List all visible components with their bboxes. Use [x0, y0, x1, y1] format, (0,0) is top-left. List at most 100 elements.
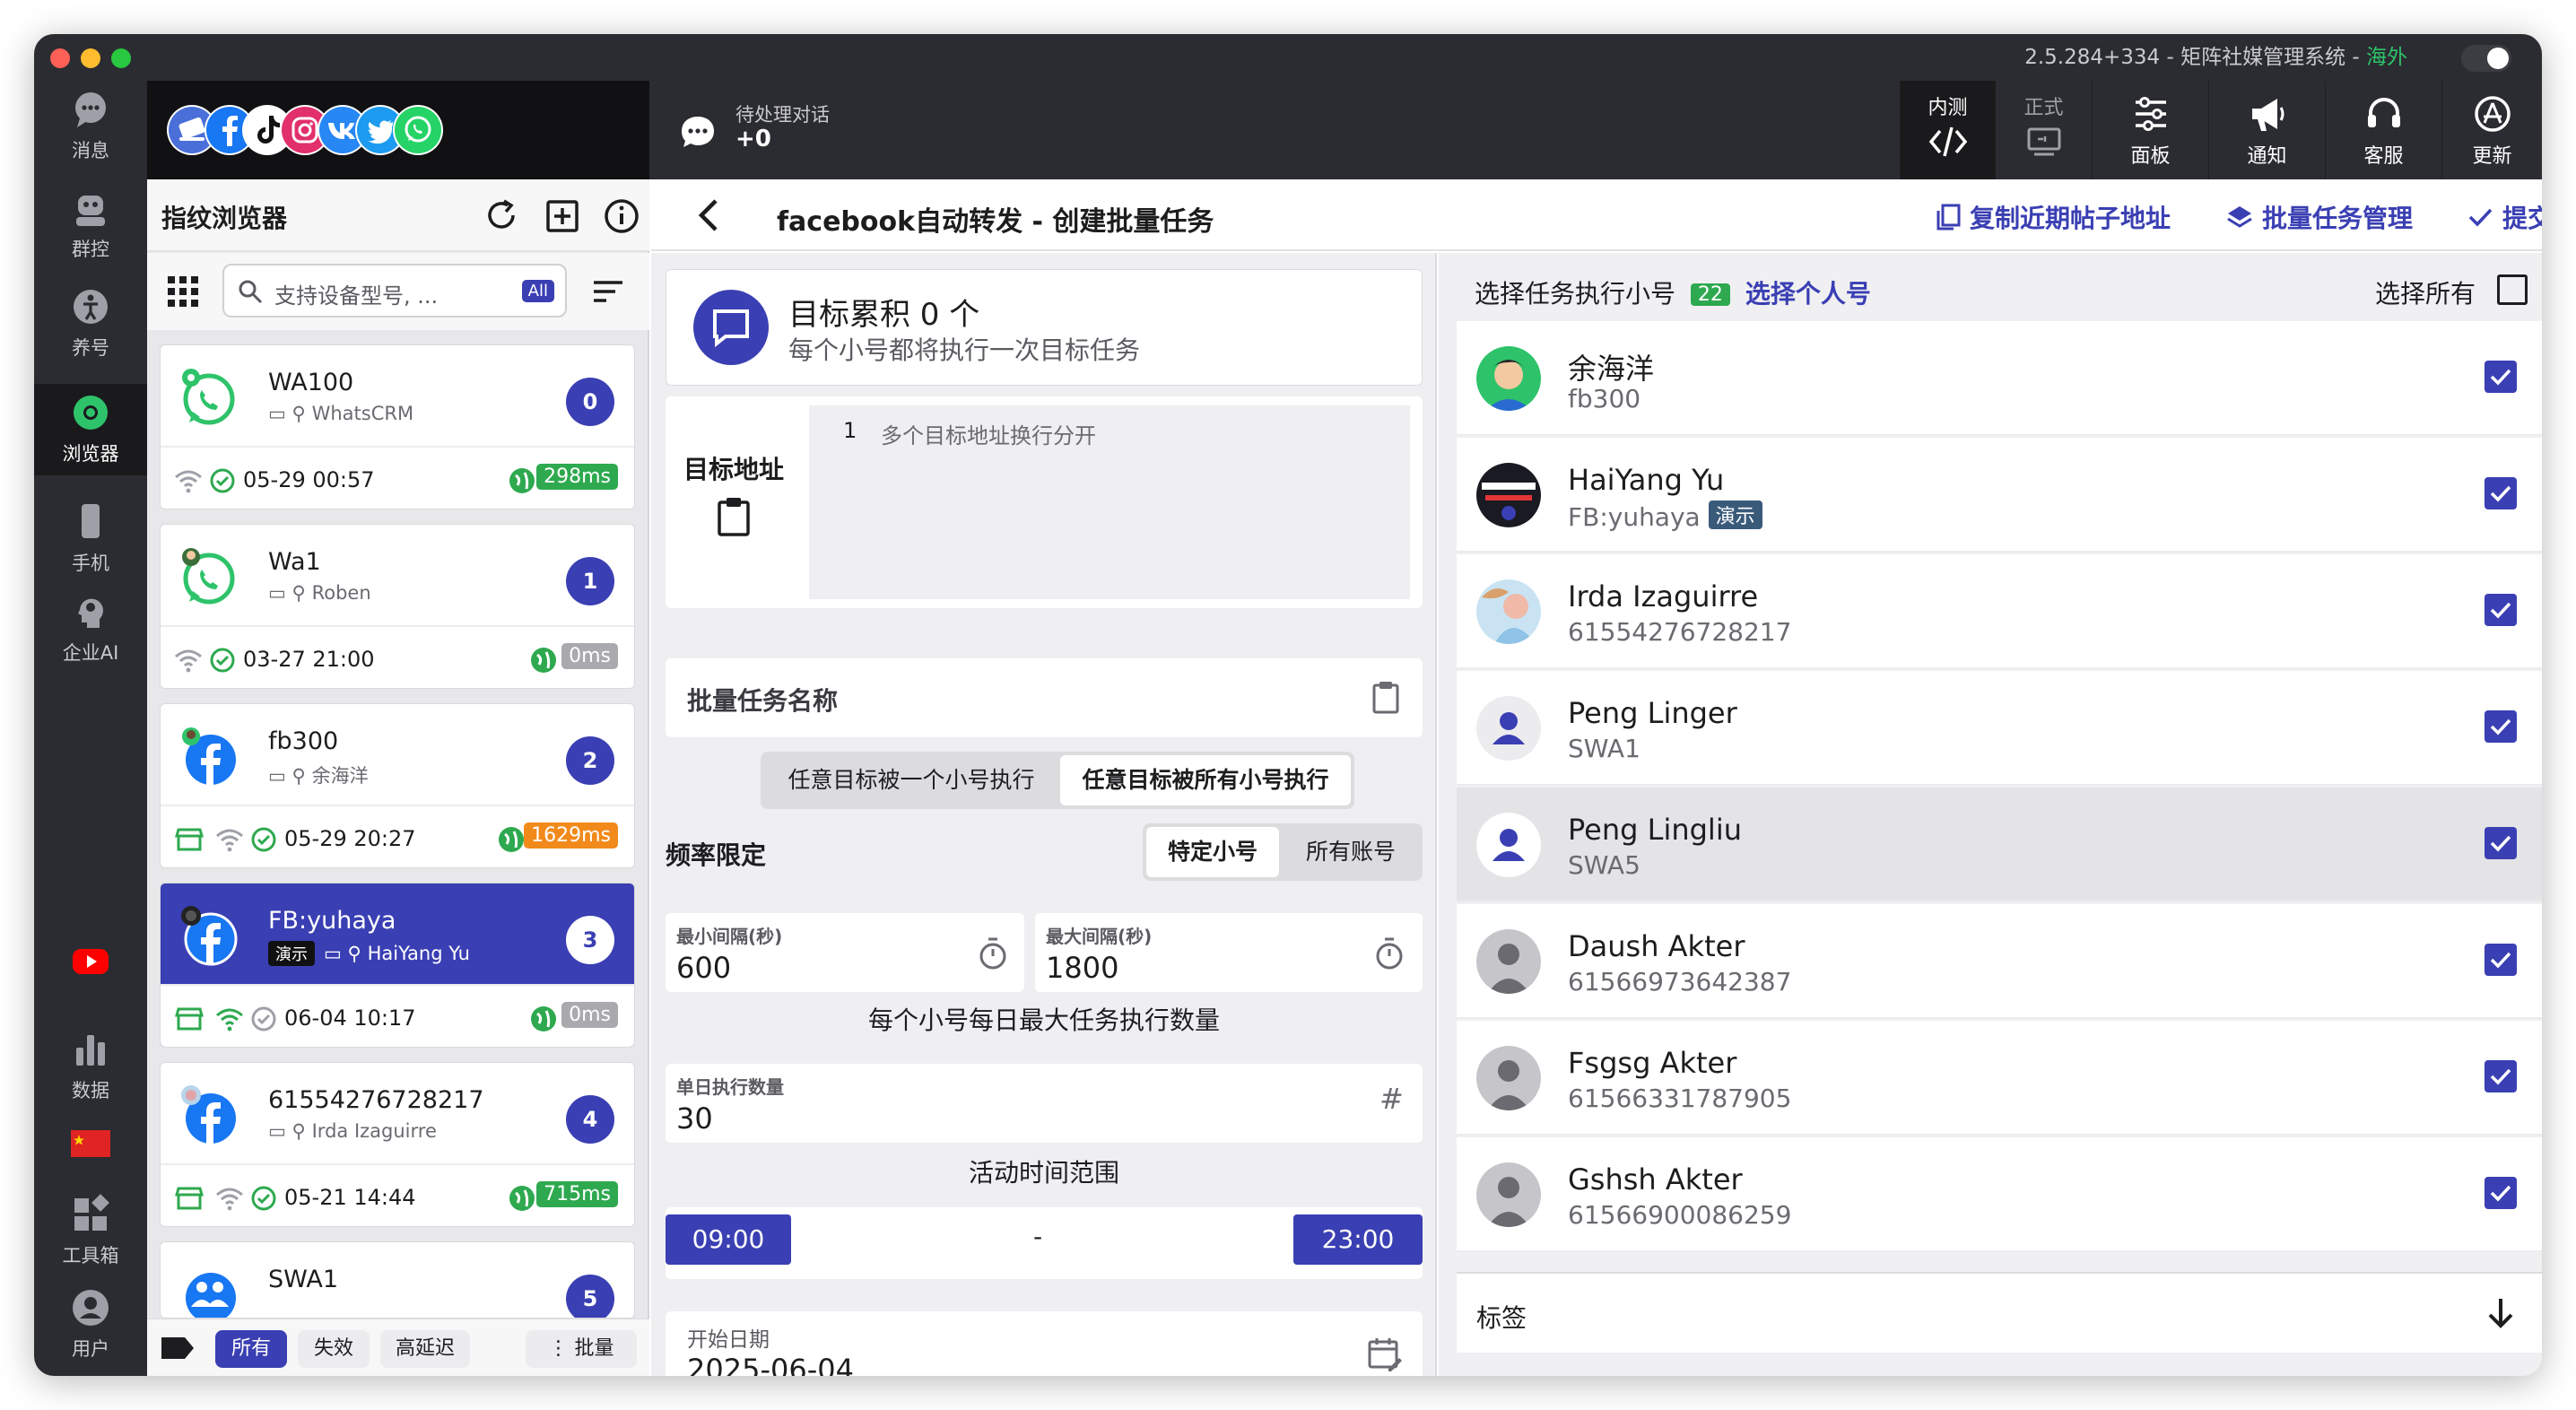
add-box-icon[interactable]: [544, 197, 581, 235]
account-checkbox[interactable]: [2485, 477, 2517, 509]
filter-invalid-chip[interactable]: 失效: [298, 1330, 370, 1368]
rail-item-messages[interactable]: 消息: [34, 88, 147, 163]
back-arrow-icon[interactable]: [692, 197, 728, 233]
rail-item-user[interactable]: 用户: [34, 1286, 147, 1362]
batch-task-manage-button[interactable]: 批量任务管理: [2226, 199, 2413, 235]
profile-card[interactable]: SWA1 5: [160, 1241, 635, 1319]
rail-item-browser[interactable]: 浏览器: [34, 384, 147, 475]
panel-button[interactable]: 面板: [2092, 81, 2208, 179]
profile-card-selected[interactable]: FB:yuhaya 演示 ▭ ⚲ HaiYang Yu 3 06-04 10:17…: [160, 883, 635, 1048]
whatsapp-app-button[interactable]: [393, 105, 443, 155]
refresh-icon[interactable]: [483, 197, 520, 235]
support-button[interactable]: 客服: [2325, 81, 2441, 179]
account-checkbox[interactable]: [2485, 827, 2517, 859]
account-name: HaiYang Yu: [1568, 463, 1725, 497]
account-row[interactable]: Irda Izaguirre 61554276728217: [1457, 554, 2542, 669]
calendar-edit-icon[interactable]: [1367, 1336, 1403, 1372]
account-row[interactable]: Fsgsg Akter 61566331787905: [1457, 1021, 2542, 1136]
rail-item-youtube[interactable]: [34, 940, 147, 988]
filter-all-chip[interactable]: 所有: [215, 1330, 287, 1368]
account-checkbox[interactable]: [2485, 1177, 2517, 1209]
max-interval-label: 最大间隔(秒): [1046, 926, 1153, 947]
person-icon: ⚲: [292, 765, 306, 787]
account-checkbox[interactable]: [2485, 710, 2517, 743]
tags-label: 标签: [1476, 1303, 1527, 1333]
filter-high-latency-chip[interactable]: 高延迟: [380, 1330, 470, 1368]
end-time-button[interactable]: 23:00: [1293, 1214, 1423, 1265]
account-row[interactable]: Daush Akter 61566973642387: [1457, 904, 2542, 1019]
account-row-hovered[interactable]: Peng Lingliu SWA5: [1457, 788, 2542, 902]
batch-button[interactable]: ⋮ 批量: [526, 1330, 637, 1368]
batch-name-field[interactable]: 批量任务名称: [666, 658, 1423, 737]
env-internal-label: 内测: [1928, 97, 1968, 119]
search-input[interactable]: 支持设备型号, ... All: [222, 264, 567, 318]
copy-recent-posts-button[interactable]: 复制近期帖子地址: [1936, 199, 2171, 235]
task-header: facebook自动转发 - 创建批量任务 复制近期帖子地址 批量任务管理 提交: [651, 179, 2542, 251]
mode-option-all-accounts[interactable]: 任意目标被所有小号执行: [1060, 755, 1351, 805]
minimize-window-button[interactable]: [81, 48, 100, 68]
update-button[interactable]: 更新: [2441, 81, 2542, 179]
profile-card[interactable]: WA100 ▭ ⚲ WhatsCRM 0 05-29 00:57 298ms: [160, 344, 635, 509]
rail-item-group-control[interactable]: 群控: [34, 187, 147, 262]
account-checkbox[interactable]: [2485, 944, 2517, 976]
maximize-window-button[interactable]: [111, 48, 131, 68]
env-production-button[interactable]: 正式: [1995, 81, 2092, 179]
sliders-icon: [2135, 97, 2166, 131]
rail-item-nurture[interactable]: 养号: [34, 285, 147, 361]
start-time-button[interactable]: 09:00: [666, 1214, 791, 1265]
list-title: 指纹浏览器: [161, 204, 288, 233]
panel-label: 面板: [2130, 145, 2171, 168]
check-icon: [2490, 369, 2511, 386]
laptop-icon: ▭: [268, 765, 286, 787]
search-scope-badge[interactable]: All: [521, 280, 554, 302]
account-checkbox[interactable]: [2485, 594, 2517, 626]
rail-item-region-flag[interactable]: [34, 1121, 147, 1170]
profile-index: 1: [566, 557, 614, 605]
close-window-button[interactable]: [50, 48, 70, 68]
account-row[interactable]: Peng Linger SWA1: [1457, 671, 2542, 786]
freq-option-all[interactable]: 所有账号: [1279, 823, 1423, 881]
account-id: SWA5: [1568, 850, 1640, 880]
rail-item-data[interactable]: 数据: [34, 1028, 147, 1103]
profile-index: 4: [566, 1095, 614, 1144]
profile-card[interactable]: 61554276728217 ▭ ⚲ Irda Izaguirre 4 05-2…: [160, 1062, 635, 1227]
label-icon[interactable]: [160, 1334, 196, 1362]
start-date-field[interactable]: 开始日期 2025-06-04: [666, 1311, 1423, 1376]
env-internal-button[interactable]: 内测: [1900, 81, 1995, 179]
account-checkbox[interactable]: [2485, 1060, 2517, 1092]
profile-card[interactable]: fb300 ▭ ⚲ 余海洋 2 05-29 20:27 1629ms: [160, 703, 635, 868]
info-icon[interactable]: [603, 197, 640, 235]
account-checkbox[interactable]: [2485, 361, 2517, 393]
globe-icon: [531, 648, 556, 673]
whatsapp-avatar-icon: [182, 548, 235, 605]
min-interval-field[interactable]: 最小间隔(秒) 600: [666, 913, 1024, 992]
tags-dropdown[interactable]: 标签: [1457, 1272, 2542, 1353]
select-all-checkbox[interactable]: [2497, 274, 2528, 305]
submit-button[interactable]: 提交: [2467, 199, 2542, 235]
single-count-field[interactable]: 单日执行数量 30 #: [666, 1064, 1423, 1143]
paste-icon[interactable]: [1371, 680, 1401, 716]
sort-icon[interactable]: [590, 274, 626, 309]
theme-toggle[interactable]: [2461, 45, 2511, 72]
account-row[interactable]: 余海洋 fb300: [1457, 321, 2542, 436]
clipboard-icon[interactable]: [716, 495, 752, 536]
profile-card[interactable]: Wa1 ▭ ⚲ Roben 1 03-27 21:00 0ms: [160, 524, 635, 689]
notify-button[interactable]: 通知: [2208, 81, 2325, 179]
grid-view-icon[interactable]: [165, 274, 201, 309]
account-row[interactable]: HaiYang Yu FB:yuhaya 演示: [1457, 438, 2542, 553]
rail-item-enterprise-ai[interactable]: 企业AI: [34, 590, 147, 666]
social-platform-bar: [147, 81, 649, 179]
rail-item-phone[interactable]: 手机: [34, 500, 147, 576]
freq-option-specific[interactable]: 特定小号: [1146, 827, 1279, 877]
target-address-input[interactable]: 1 多个目标地址换行分开: [809, 405, 1410, 599]
wifi-icon: [216, 1188, 243, 1211]
mode-option-one-account[interactable]: 任意目标被一个小号执行: [761, 752, 1062, 809]
arrow-down-icon: [2488, 1299, 2513, 1328]
account-row[interactable]: Gshsh Akter 61566900086259: [1457, 1137, 2542, 1252]
select-personal-link[interactable]: 选择个人号: [1745, 279, 1871, 309]
rail-item-toolbox[interactable]: 工具箱: [34, 1193, 147, 1268]
facebook-group-avatar-icon: [186, 1273, 236, 1318]
check-circle-icon: [210, 468, 235, 493]
whatsapp-avatar-icon: [182, 369, 235, 425]
max-interval-field[interactable]: 最大间隔(秒) 1800: [1035, 913, 1423, 992]
